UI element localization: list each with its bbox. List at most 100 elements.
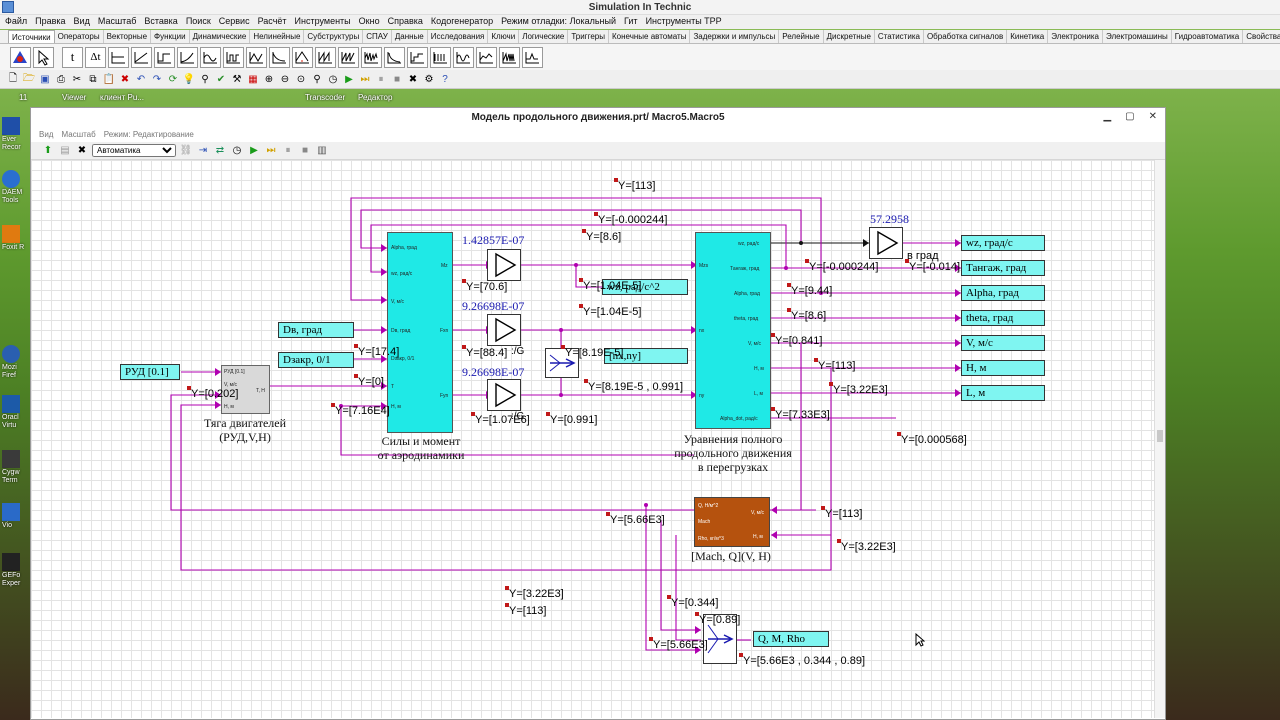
options-icon[interactable]: ⚙ [422, 72, 436, 86]
output-qmrho[interactable]: Q, M, Rho [753, 631, 829, 647]
refresh-icon[interactable]: ⟳ [166, 72, 180, 86]
doc-icon[interactable]: ▤ [58, 144, 72, 158]
desktop-shortcut[interactable]: Foxit R [2, 225, 28, 252]
exp-source-icon[interactable] [384, 46, 405, 68]
export-icon[interactable]: ⇥ [196, 144, 210, 158]
stop-icon[interactable]: ■ [298, 144, 312, 158]
pin-icon[interactable]: ⚲ [198, 72, 212, 86]
palette-tab[interactable]: Электромашины [1103, 30, 1172, 43]
desktop-shortcut[interactable]: Vio [2, 503, 28, 530]
palette-tab[interactable]: Кинетика [1007, 30, 1049, 43]
link-icon[interactable]: ⛓ [179, 144, 193, 158]
model-canvas[interactable]: РУД [0.1] V, м/с H, м T, H Тяга двигател… [31, 160, 1155, 718]
signal-generator-icon[interactable] [522, 46, 543, 68]
cut-icon[interactable]: ✂ [70, 72, 84, 86]
saw-source-icon[interactable] [315, 46, 336, 68]
gain-block[interactable] [869, 227, 903, 259]
step-icon[interactable]: ⏭ [264, 144, 278, 158]
vertical-scrollbar[interactable] [1154, 160, 1165, 718]
undo-icon[interactable]: ↶ [134, 72, 148, 86]
peak-source-icon[interactable] [292, 46, 313, 68]
zoom-fit-icon[interactable]: ⊙ [294, 72, 308, 86]
new-file-icon[interactable]: 🗋 [6, 72, 20, 86]
atmosphere-block[interactable]: Q, Н/м^2 Mach Rho, кг/м^3 V, м/с H, м [694, 497, 770, 547]
menu-item[interactable]: Файл [2, 15, 32, 29]
pause-icon[interactable]: ⏸ [281, 144, 295, 158]
palette-tab[interactable]: Векторные [104, 30, 152, 43]
table-source-icon[interactable] [407, 46, 428, 68]
mode-select[interactable]: Автоматика [92, 144, 176, 157]
sync-icon[interactable]: ⇄ [213, 144, 227, 158]
redo-icon[interactable]: ↷ [150, 72, 164, 86]
palette-tab[interactable]: Гидроавтоматика [1172, 30, 1244, 43]
save-icon[interactable]: ▣ [38, 72, 52, 86]
pause-icon[interactable]: ⏸ [374, 72, 388, 86]
palette-tab[interactable]: Операторы [55, 30, 104, 43]
palette-tab[interactable]: Источники [8, 30, 55, 43]
sawtooth-source-icon[interactable] [338, 46, 359, 68]
desktop-shortcut[interactable]: Mozi Firef [2, 345, 28, 380]
minimize-icon[interactable]: ▁ [1103, 111, 1111, 122]
aero-block[interactable]: Alpha, град wz, рад/с V, м/с Dв, град Dз… [387, 232, 453, 433]
print-icon[interactable]: ⎙ [54, 72, 68, 86]
menu-item[interactable]: Гит [621, 15, 643, 29]
open-folder-icon[interactable]: 🗁 [22, 72, 36, 86]
output-pitch[interactable]: Тангаж, град [961, 260, 1045, 276]
maximize-icon[interactable]: ▢ [1125, 111, 1134, 122]
pulse-source-icon[interactable] [223, 46, 244, 68]
palette-tab[interactable]: Динамические [190, 30, 251, 43]
input-rud[interactable]: РУД [0.1] [120, 364, 180, 380]
palette-tab[interactable]: Исследования [428, 30, 489, 43]
menu-item[interactable]: Режим отладки: Локальный [498, 15, 621, 29]
menu-item[interactable]: Инструменты [292, 15, 356, 29]
step-source-icon[interactable] [154, 46, 175, 68]
gain-block[interactable] [487, 314, 521, 346]
time-source-icon[interactable]: t [62, 46, 83, 68]
stop-icon[interactable]: ■ [390, 72, 404, 86]
blocks-icon[interactable]: ▦ [246, 72, 260, 86]
rising-source-icon[interactable] [177, 46, 198, 68]
menu-item[interactable]: Кодогенератор [428, 15, 498, 29]
triangle-source-icon[interactable] [246, 46, 267, 68]
output-l[interactable]: L, м [961, 385, 1045, 401]
menu-item[interactable]: Справка [385, 15, 428, 29]
noise-source-icon[interactable] [361, 46, 382, 68]
menu-item[interactable]: Вид [71, 15, 95, 29]
output-theta[interactable]: theta, град [961, 310, 1045, 326]
menu-item[interactable]: Поиск [183, 15, 216, 29]
menu-item[interactable]: Вставка [141, 15, 182, 29]
sine-source-icon[interactable] [200, 46, 221, 68]
desktop-shortcut[interactable]: GEFo Exper [2, 553, 28, 588]
desktop-shortcut[interactable]: DAEM Tools [2, 170, 28, 205]
step-time-source-icon[interactable]: Δt [85, 46, 106, 68]
gain-block[interactable] [487, 249, 521, 281]
output-h[interactable]: H, м [961, 360, 1045, 376]
menu-item[interactable]: Масштаб [95, 15, 142, 29]
palette-tab[interactable]: Логические [519, 30, 569, 43]
help-icon[interactable]: ? [438, 72, 452, 86]
zoom-out-icon[interactable]: ⊖ [278, 72, 292, 86]
desktop-shortcut[interactable]: Cygw Term [2, 450, 28, 485]
check-icon[interactable]: ✔ [214, 72, 228, 86]
run-icon[interactable]: ▶ [342, 72, 356, 86]
find-icon[interactable]: ⚲ [310, 72, 324, 86]
palette-tab[interactable]: Релейные [779, 30, 824, 43]
palette-tab[interactable]: Нелинейные [250, 30, 305, 43]
chirp-source-icon[interactable] [499, 46, 520, 68]
timer-icon[interactable]: ◷ [326, 72, 340, 86]
equations-block[interactable]: Mzs nx ny wz, рад/с Тангаж, град Alpha, … [695, 232, 771, 429]
desktop-shortcut[interactable]: Ever Recor [2, 117, 28, 152]
palette-tab[interactable]: Ключи [488, 30, 520, 43]
paste-icon[interactable]: 📋 [102, 72, 116, 86]
copy-icon[interactable]: ⧉ [86, 72, 100, 86]
menu-mode[interactable]: Режим: Редактирование [102, 128, 200, 142]
palette-tab[interactable]: Дискретные [824, 30, 875, 43]
output-wz[interactable]: wz, град/с [961, 235, 1045, 251]
run-icon[interactable]: ▶ [247, 144, 261, 158]
palette-tab[interactable]: Обработка сигналов [924, 30, 1008, 43]
menu-item[interactable]: Правка [32, 15, 70, 29]
ramp-source-icon[interactable] [131, 46, 152, 68]
timer-icon[interactable]: ◷ [230, 144, 244, 158]
menu-item[interactable]: Окно [356, 15, 385, 29]
random-source-icon[interactable] [476, 46, 497, 68]
